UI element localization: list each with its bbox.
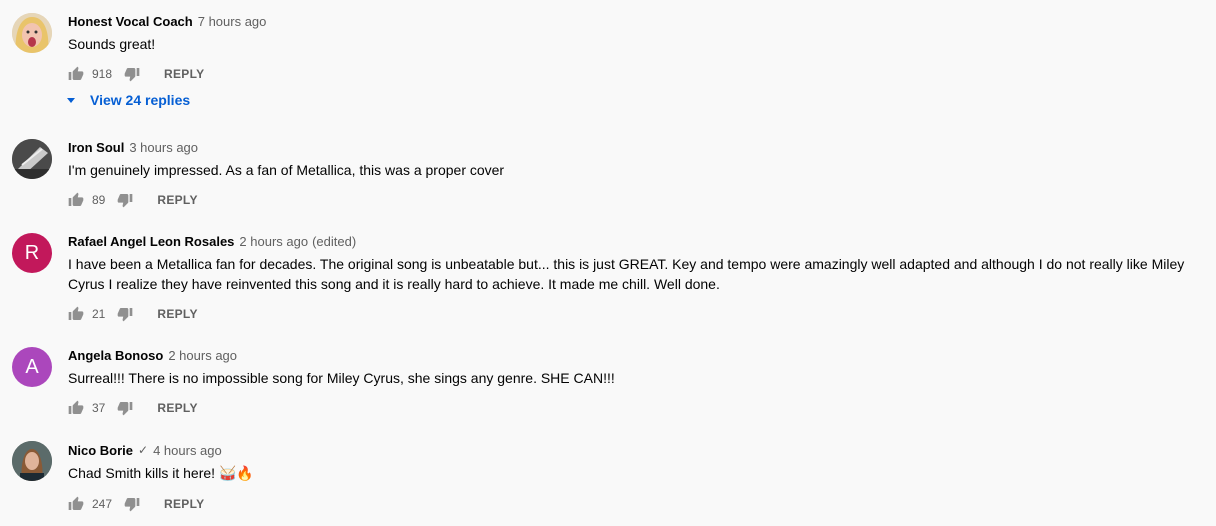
reply-button[interactable]: REPLY [157,401,197,415]
comment-header: Nico Borie ✓ 4 hours ago [68,441,222,459]
comment-timestamp[interactable]: 2 hours ago [168,348,237,363]
avatar-letter: A [25,356,39,378]
author-name[interactable]: Honest Vocal Coach [68,14,193,29]
like-count: 247 [92,497,113,511]
caret-down-icon [67,98,75,103]
comment-text: Sounds great! [68,36,156,52]
like-count: 89 [92,193,106,207]
edited-label: (edited) [312,233,357,249]
view-replies-button[interactable]: View 24 replies [66,92,190,108]
nico-borie-photo-icon [12,441,52,481]
comment-header: Rafael Angel Leon Rosales 2 hours ago (e… [68,232,356,250]
thumbs-up-icon[interactable] [68,496,84,512]
comment-timestamp[interactable]: 4 hours ago [153,443,222,458]
reply-button[interactable]: REPLY [164,497,204,511]
reply-button[interactable]: REPLY [157,193,197,207]
reply-button[interactable]: REPLY [157,307,197,321]
view-replies-label: View 24 replies [90,92,191,108]
vocal-coach-photo-icon [12,13,52,53]
comment-text: Chad Smith kills it here! 🥁🔥 [68,465,254,481]
author-name[interactable]: Angela Bonoso [68,348,163,363]
avatar[interactable] [12,13,52,53]
comment-header: Iron Soul 3 hours ago [68,138,198,156]
like-count: 918 [92,67,113,81]
comment-actions: 918 REPLY [68,64,204,84]
comment-timestamp[interactable]: 2 hours ago [239,234,308,249]
thumbs-up-icon[interactable] [68,66,84,82]
iron-soul-photo-icon [12,139,52,179]
thumbs-down-icon[interactable] [117,400,133,416]
like-count: 21 [92,307,106,321]
author-name[interactable]: Iron Soul [68,140,124,155]
comment-timestamp[interactable]: 7 hours ago [198,14,267,29]
thumbs-down-icon[interactable] [124,496,140,512]
verified-check-icon: ✓ [138,443,149,457]
comment-actions: 37 REPLY [68,398,198,418]
thumbs-down-icon[interactable] [117,192,133,208]
author-name[interactable]: Nico Borie [68,443,133,458]
comment-timestamp[interactable]: 3 hours ago [129,140,198,155]
thumbs-down-icon[interactable] [124,66,140,82]
comment-text: Surreal!!! There is no impossible song f… [68,370,615,386]
comment-actions: 89 REPLY [68,190,198,210]
thumbs-down-icon[interactable] [117,306,133,322]
author-name[interactable]: Rafael Angel Leon Rosales [68,234,234,249]
reply-button[interactable]: REPLY [164,67,204,81]
comment-text: I have been a Metallica fan for decades.… [68,256,1185,292]
comment-actions: 247 REPLY [68,494,204,514]
thumbs-up-icon[interactable] [68,192,84,208]
comment-header: Honest Vocal Coach 7 hours ago [68,12,266,30]
comment-actions: 21 REPLY [68,304,198,324]
thumbs-up-icon[interactable] [68,400,84,416]
avatar-letter: R [24,242,40,264]
avatar[interactable] [12,139,52,179]
like-count: 37 [92,401,106,415]
avatar[interactable] [12,441,52,481]
comment-text: I'm genuinely impressed. As a fan of Met… [68,162,505,178]
avatar[interactable]: A [12,347,52,387]
thumbs-up-icon[interactable] [68,306,84,322]
avatar[interactable]: R [12,233,52,273]
comment-header: Angela Bonoso 2 hours ago [68,346,237,364]
